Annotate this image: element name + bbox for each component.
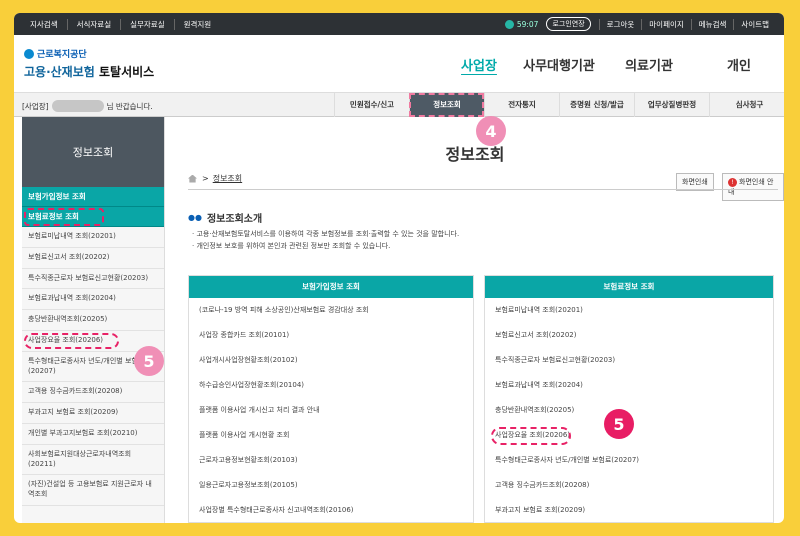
step-badge-5-sidebar: 5 xyxy=(134,346,164,376)
list-item[interactable]: 특수직종근로자 보험료신고현황(20203) xyxy=(485,348,773,373)
browser-frame: 지사검색 서식자료실 실무자료실 원격지원 59:07 로그인연장 로그아웃 마… xyxy=(14,13,784,523)
intro-line: · 고용·산재보험토탈서비스를 이용하여 각종 보험정보를 조회·출력할 수 있… xyxy=(192,230,460,238)
top-utility-bar: 지사검색 서식자료실 실무자료실 원격지원 59:07 로그인연장 로그아웃 마… xyxy=(14,13,784,35)
list-item[interactable]: 플랫폼 이용사업 개시신고 처리 결과 안내 xyxy=(189,398,473,423)
list-item[interactable]: 고객용 징수금카드조회(20208) xyxy=(485,473,773,498)
extend-login-button[interactable]: 로그인연장 xyxy=(546,17,591,31)
tab-certificate[interactable]: 증명원 신청/발급 xyxy=(559,93,634,117)
intro-title-text: 정보조회소개 xyxy=(206,214,263,225)
step-badge-5-panel: 5 xyxy=(604,409,634,439)
list-item[interactable]: 사업개시사업장현황조회(20102) xyxy=(189,348,473,373)
sidebar-item[interactable]: 보험료과납내역 조회(20204) xyxy=(22,289,164,311)
print-guide-button[interactable]: ! 화면인쇄 안내 xyxy=(722,173,784,201)
breadcrumb: > 정보조회 xyxy=(188,173,242,184)
sub-menu-bar: [사업장] 님 반갑습니다. 민원접수/신고 정보조회 전자통지 증명원 신청/… xyxy=(14,93,784,117)
list-item[interactable]: 근로자고용정보현황조회(20103) xyxy=(189,448,473,473)
home-icon[interactable] xyxy=(188,174,197,183)
main-nav: 사업장 사무대행기관 의료기관 개인 xyxy=(444,55,784,74)
sidebar-item[interactable]: 충당반환내역조회(20205) xyxy=(22,310,164,331)
highlight-dash xyxy=(491,427,571,445)
sidebar-item[interactable]: 부과고지 보험료 조회(20209) xyxy=(22,403,164,424)
sidebar: 정보조회 보험가입정보 조회 보험료정보 조회 보험료미납내역 조회(20201… xyxy=(22,117,165,523)
sidebar-item[interactable]: (자진)건설업 등 고용보험료 지원근로자 내역조회 xyxy=(22,475,164,506)
service-title-a: 고용·산재보험 xyxy=(24,65,95,79)
list-item[interactable]: 사업장 종합카드 조회(20101) xyxy=(189,323,473,348)
nav-medical[interactable]: 의료기관 xyxy=(604,55,694,74)
logout-link[interactable]: 로그아웃 xyxy=(598,18,642,30)
sidebar-item[interactable]: 특수직종근로자 보험료신고현황(20203) xyxy=(22,269,164,290)
site-logo[interactable]: 근로복지공단 고용·산재보험 토탈서비스 xyxy=(24,47,154,80)
list-item[interactable]: 일용근로자고용정보조회(20105) xyxy=(189,473,473,498)
sidebar-cat-premium[interactable]: 보험료정보 조회 xyxy=(22,207,164,227)
page-title: 정보조회 xyxy=(445,145,505,164)
info-icon: ! xyxy=(728,178,737,187)
nav-workplace[interactable]: 사업장 xyxy=(444,55,514,74)
form-library-link[interactable]: 서식자료실 xyxy=(68,19,122,30)
highlight-dash xyxy=(24,332,119,349)
mypage-link[interactable]: 마이페이지 xyxy=(641,18,691,30)
service-title-b: 토탈서비스 xyxy=(99,65,155,79)
session-timer-value: 59:07 xyxy=(516,19,539,29)
list-item[interactable]: (코로나-19 방역 피해 소상공인)산재보험료 경감대상 조회 xyxy=(189,298,473,323)
list-item[interactable]: 특수형태근로종사자 년도/개인별 보험료(20207) xyxy=(485,448,773,473)
blurred-username xyxy=(51,100,104,112)
enrollment-panel: 보험가입정보 조회 (코로나-19 방역 피해 소상공인)산재보험료 경감대상 … xyxy=(188,275,474,523)
highlight-dash xyxy=(24,208,104,226)
sidebar-item[interactable]: 개인별 부과고지보험료 조회(20210) xyxy=(22,424,164,445)
sub-menu: 민원접수/신고 정보조회 전자통지 증명원 신청/발급 업무상질병판정 심사청구 xyxy=(334,93,784,117)
step-badge-4: 4 xyxy=(476,116,506,146)
bullet-icon: ●● xyxy=(188,213,202,222)
logo-icon xyxy=(24,48,34,59)
tab-info-inquiry[interactable]: 정보조회 xyxy=(409,93,484,117)
practice-library-link[interactable]: 실무자료실 xyxy=(121,19,175,30)
sidebar-heading: 정보조회 xyxy=(22,117,164,187)
clock-icon xyxy=(504,19,514,29)
tab-civil-report[interactable]: 민원접수/신고 xyxy=(334,93,409,117)
premium-panel: 보험료정보 조회 보험료미납내역 조회(20201) 보험료신고서 조회(202… xyxy=(484,275,774,523)
remote-support-link[interactable]: 원격지원 xyxy=(175,19,221,30)
list-item[interactable]: 플랫폼 이용사업 개시현황 조회 xyxy=(189,423,473,448)
sidebar-item[interactable]: 보험료신고서 조회(20202) xyxy=(22,248,164,269)
divider xyxy=(188,189,778,190)
welcome-text: [사업장] 님 반갑습니다. xyxy=(22,100,153,112)
sidebar-cat-enrollment[interactable]: 보험가입정보 조회 xyxy=(22,187,164,207)
branch-search-link[interactable]: 지사검색 xyxy=(30,19,68,30)
welcome-prefix: [사업장] xyxy=(22,101,49,111)
list-item[interactable]: 부과고지 보험료 조회(20209) xyxy=(485,498,773,523)
tab-disease-judgment[interactable]: 업무상질병판정 xyxy=(634,93,709,117)
sidebar-item[interactable]: 보험료미납내역 조회(20201) xyxy=(22,227,164,248)
nav-agency[interactable]: 사무대행기관 xyxy=(514,55,604,74)
list-item[interactable]: 사업장별 특수형태근로종사자 신고내역조회(20106) xyxy=(189,498,473,523)
list-item[interactable]: 보험료과납내역 조회(20204) xyxy=(485,373,773,398)
list-item[interactable]: 하수급승인사업장현황조회(20104) xyxy=(189,373,473,398)
tab-e-notice[interactable]: 전자통지 xyxy=(484,93,559,117)
enrollment-panel-title: 보험가입정보 조회 xyxy=(189,276,473,298)
site-header: 근로복지공단 고용·산재보험 토탈서비스 사업장 사무대행기관 의료기관 개인 xyxy=(14,35,784,93)
sidebar-item[interactable]: 고객용 징수금카드조회(20208) xyxy=(22,382,164,404)
welcome-suffix: 님 반갑습니다. xyxy=(106,101,153,111)
list-item[interactable]: 보험료신고서 조회(20202) xyxy=(485,323,773,348)
session-timer: 59:07 xyxy=(504,19,539,29)
org-name: 근로복지공단 xyxy=(37,50,87,60)
main-content: 정보조회 > 정보조회 화면인쇄 ! 화면인쇄 안내 ●● 정보조회소개 · 고용·… xyxy=(166,117,784,523)
menu-search-link[interactable]: 메뉴검색 xyxy=(690,18,734,30)
intro-line: · 개인정보 보호를 위하여 본인과 관련된 정보만 조회할 수 있습니다. xyxy=(192,242,391,250)
sidebar-item[interactable]: 사회보험료지원대상근로자내역조회(20211) xyxy=(22,445,164,476)
nav-personal[interactable]: 개인 xyxy=(694,55,784,74)
breadcrumb-current[interactable]: 정보조회 xyxy=(213,173,242,184)
intro-title: ●● 정보조회소개 xyxy=(188,210,262,225)
tab-review-claim[interactable]: 심사청구 xyxy=(709,93,784,117)
sitemap-link[interactable]: 사이트맵 xyxy=(733,18,776,30)
list-item[interactable]: 보험료미납내역 조회(20201) xyxy=(485,298,773,323)
premium-panel-title: 보험료정보 조회 xyxy=(485,276,773,298)
